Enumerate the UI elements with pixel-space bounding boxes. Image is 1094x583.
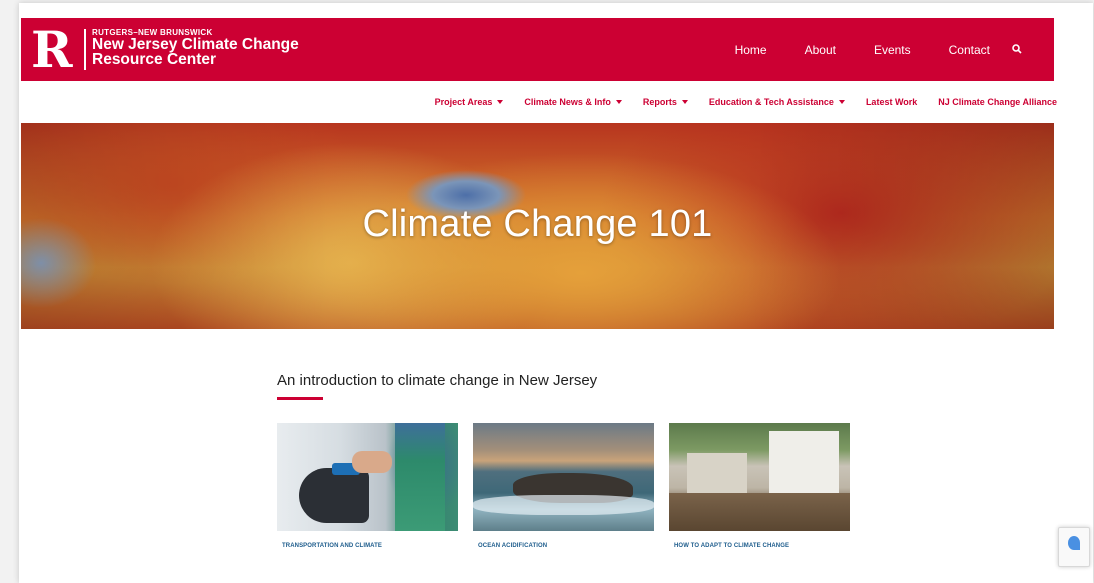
site-header: R RUTGERS–NEW BRUNSWICK New Jersey Clima… <box>21 18 1054 81</box>
site-title[interactable]: RUTGERS–NEW BRUNSWICK New Jersey Climate… <box>92 28 299 67</box>
top-nav: Home About Events Contact <box>697 18 1024 81</box>
page-title: Climate Change 101 <box>362 203 713 245</box>
nav-contact[interactable]: Contact <box>949 43 990 57</box>
menu-climate-news[interactable]: Climate News & Info <box>524 97 622 107</box>
menu-project-areas[interactable]: Project Areas <box>435 97 504 107</box>
site-title-line2: Resource Center <box>92 51 217 68</box>
section-heading: An introduction to climate change in New… <box>277 372 598 389</box>
rutgers-logo[interactable]: R <box>31 25 81 75</box>
nav-about[interactable]: About <box>805 43 836 57</box>
nav-home[interactable]: Home <box>735 43 767 57</box>
search-icon[interactable] <box>1012 43 1024 56</box>
site-title-line1: New Jersey Climate Change <box>92 36 299 53</box>
card-adapt[interactable]: HOW TO ADAPT TO CLIMATE CHANGE <box>669 423 850 549</box>
card-transportation[interactable]: TRANSPORTATION AND CLIMATE <box>277 423 458 549</box>
hero-banner: Climate Change 101 <box>21 123 1054 329</box>
menu-education[interactable]: Education & Tech Assistance <box>709 97 845 107</box>
card-image[interactable] <box>277 423 458 531</box>
caret-down-icon <box>497 100 504 104</box>
menu-label: Climate News & Info <box>524 97 611 107</box>
nav-events[interactable]: Events <box>874 43 911 57</box>
caret-down-icon <box>838 100 845 104</box>
card-caption[interactable]: HOW TO ADAPT TO CLIMATE CHANGE <box>674 543 850 549</box>
menu-label: Project Areas <box>434 97 493 107</box>
recaptcha-badge[interactable] <box>1058 527 1090 567</box>
logo-divider <box>84 29 86 70</box>
menu-reports[interactable]: Reports <box>643 97 688 107</box>
card-image[interactable] <box>669 423 850 531</box>
card-image[interactable] <box>473 423 654 531</box>
menu-latest-work[interactable]: Latest Work <box>866 97 917 107</box>
card-caption[interactable]: TRANSPORTATION AND CLIMATE <box>282 543 458 549</box>
main-menu: Project Areas Climate News & Info Report… <box>414 97 1057 107</box>
caret-down-icon <box>615 100 622 104</box>
heading-underline <box>277 397 323 400</box>
card-ocean-acidification[interactable]: OCEAN ACIDIFICATION <box>473 423 654 549</box>
menu-label: Latest Work <box>865 97 918 107</box>
menu-label: Reports <box>642 97 677 107</box>
menu-label: Education & Tech Assistance <box>708 97 834 107</box>
menu-label: NJ Climate Change Alliance <box>938 97 1057 107</box>
caret-down-icon <box>681 100 688 104</box>
card-caption[interactable]: OCEAN ACIDIFICATION <box>478 543 654 549</box>
recaptcha-icon <box>1068 536 1080 550</box>
menu-nj-alliance[interactable]: NJ Climate Change Alliance <box>938 97 1057 107</box>
